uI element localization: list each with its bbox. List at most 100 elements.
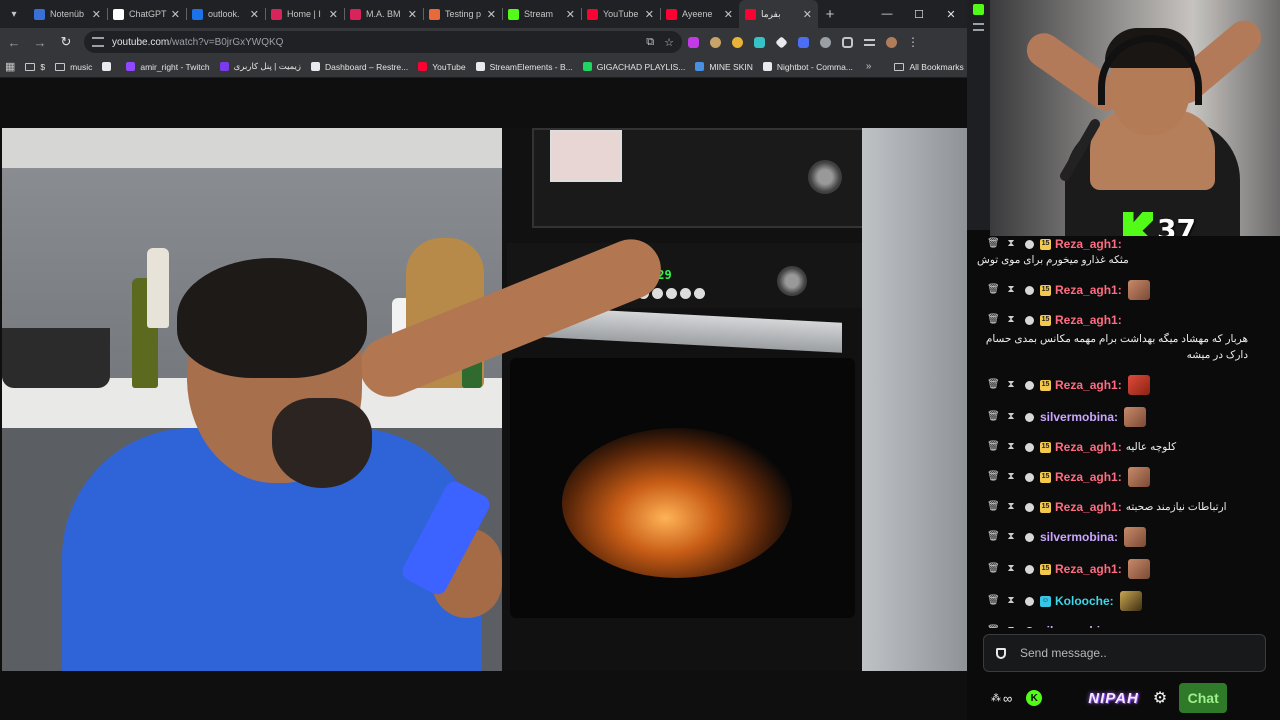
apps-grid-icon[interactable]: ▦	[0, 60, 20, 73]
chat-username[interactable]: Reza_agh1:	[1055, 312, 1122, 328]
install-app-icon[interactable]: ⧉	[646, 36, 654, 49]
bookmark-item[interactable]: Dashboard – Restre...	[306, 62, 413, 72]
settings-sliders-icon[interactable]	[973, 23, 984, 31]
hourglass-icon[interactable]: ⧗	[1006, 499, 1016, 515]
chat-username[interactable]: silvermobina:	[1040, 623, 1118, 628]
extension-cookie-icon[interactable]	[704, 31, 726, 53]
close-tab-icon[interactable]: ✕	[92, 8, 101, 21]
hourglass-icon[interactable]: ⧗	[1006, 282, 1016, 298]
minimize-button[interactable]: —	[871, 0, 903, 28]
bookmark-folder[interactable]: $	[20, 62, 50, 72]
hourglass-icon[interactable]: ⧗	[1006, 469, 1016, 485]
reading-list-icon[interactable]	[858, 31, 880, 53]
bookmark-item[interactable]	[97, 62, 121, 71]
close-tab-icon[interactable]: ✕	[566, 8, 575, 21]
close-tab-icon[interactable]: ✕	[487, 8, 496, 21]
close-tab-icon[interactable]: ✕	[408, 8, 417, 21]
browser-tab[interactable]: Notenüb ✕	[28, 0, 107, 28]
bookmark-item[interactable]: MINE SKIN	[690, 62, 757, 72]
bookmark-item[interactable]: amir_right - Twitch	[121, 62, 214, 72]
chat-username[interactable]: Reza_agh1:	[1055, 377, 1122, 393]
extension-stopwatch-icon[interactable]	[726, 31, 748, 53]
extensions-puzzle-icon[interactable]	[836, 31, 858, 53]
profile-avatar[interactable]	[880, 31, 902, 53]
trash-icon[interactable]: 🗑	[987, 439, 1000, 455]
bookmark-item[interactable]: YouTube	[413, 62, 470, 72]
address-bar[interactable]: youtube.com/watch?v=B0jrGxYWQKQ ⧉ ☆	[84, 31, 682, 53]
close-tab-icon[interactable]: ✕	[329, 8, 338, 21]
bookmark-star-icon[interactable]: ☆	[664, 36, 674, 49]
close-window-button[interactable]: ✕	[935, 0, 967, 28]
hourglass-icon[interactable]: ⧗	[1006, 377, 1016, 393]
browser-tab[interactable]: Stream ✕	[502, 0, 581, 28]
kick-emote-button[interactable]: K	[1026, 690, 1043, 706]
video-player[interactable]: 129	[2, 128, 967, 671]
chat-username[interactable]: Reza_agh1:	[1055, 499, 1122, 515]
new-tab-button[interactable]: +	[818, 6, 842, 23]
close-tab-icon[interactable]: ✕	[250, 8, 259, 21]
bookmarks-overflow-button[interactable]: »	[858, 61, 880, 72]
browser-tab[interactable]: Ayeene ✕	[660, 0, 739, 28]
hourglass-icon[interactable]: ⧗	[1006, 623, 1016, 628]
shield-icon[interactable]	[996, 647, 1006, 659]
chat-username[interactable]: silvermobina:	[1040, 529, 1118, 545]
chat-username[interactable]: Reza_agh1:	[1055, 439, 1122, 455]
trash-icon[interactable]: 🗑	[987, 312, 1000, 328]
chat-username[interactable]: silvermobina:	[1040, 409, 1118, 425]
emote-menu-button[interactable]: ⁂ ∞	[991, 691, 1012, 706]
browser-tab[interactable]: ChatGPT ✕	[107, 0, 186, 28]
chat-username[interactable]: Reza_agh1:	[1055, 561, 1122, 577]
hourglass-icon[interactable]: ⧗	[1006, 312, 1016, 328]
bookmark-item[interactable]: StreamElements - B...	[471, 62, 578, 72]
hourglass-icon[interactable]: ⧗	[1006, 439, 1016, 455]
trash-icon[interactable]: 🗑	[987, 529, 1000, 545]
bookmark-folder[interactable]: music	[50, 62, 97, 72]
chat-input[interactable]: Send message..	[983, 634, 1266, 672]
hourglass-icon[interactable]: ⧗	[1006, 529, 1016, 545]
hourglass-icon[interactable]: ⧗	[1006, 409, 1016, 425]
browser-menu-icon[interactable]: ⋮	[902, 31, 924, 53]
browser-tab[interactable]: Home | I ✕	[265, 0, 344, 28]
trash-icon[interactable]: 🗑	[987, 236, 1000, 252]
tab-search-button[interactable]: ▾	[0, 0, 28, 28]
hourglass-icon[interactable]: ⧗	[1006, 593, 1016, 609]
close-tab-icon[interactable]: ✕	[724, 8, 733, 21]
back-button[interactable]: ←	[2, 30, 26, 54]
trash-icon[interactable]: 🗑	[987, 561, 1000, 577]
extension-shield-icon[interactable]	[792, 31, 814, 53]
browser-tab[interactable]: YouTube ✕	[581, 0, 660, 28]
all-bookmarks-button[interactable]: All Bookmarks	[889, 62, 968, 72]
browser-tab[interactable]: Testing p ✕	[423, 0, 502, 28]
chat-username[interactable]: Reza_agh1:	[1055, 469, 1122, 485]
trash-icon[interactable]: 🗑	[987, 377, 1000, 393]
hourglass-icon[interactable]: ⧗	[1006, 236, 1016, 252]
browser-tab[interactable]: M.A. BM ✕	[344, 0, 423, 28]
url-text[interactable]: youtube.com/watch?v=B0jrGxYWQKQ	[112, 37, 636, 48]
extension-translate-icon[interactable]	[748, 31, 770, 53]
reload-button[interactable]: ↻	[54, 30, 78, 54]
chat-username[interactable]: Kolooche:	[1055, 593, 1114, 609]
trash-icon[interactable]: 🗑	[987, 623, 1000, 628]
hourglass-icon[interactable]: ⧗	[1006, 561, 1016, 577]
browser-tab[interactable]: outlook. ✕	[186, 0, 265, 28]
extension-globe-icon[interactable]	[814, 31, 836, 53]
trash-icon[interactable]: 🗑	[987, 282, 1000, 298]
bookmark-item[interactable]: زیمیت | پنل کاربری	[215, 61, 306, 72]
close-tab-icon[interactable]: ✕	[645, 8, 654, 21]
gear-icon[interactable]: ⚙	[1153, 688, 1167, 708]
bookmark-item[interactable]: Nightbot - Comma...	[758, 62, 858, 72]
nipah-logo[interactable]: NIPAH	[1088, 690, 1139, 707]
extension-diamond-icon[interactable]	[770, 31, 792, 53]
send-chat-button[interactable]: Chat	[1179, 683, 1228, 713]
site-settings-icon[interactable]	[92, 37, 104, 47]
trash-icon[interactable]: 🗑	[987, 409, 1000, 425]
maximize-button[interactable]: ☐	[903, 0, 935, 28]
extension-gift-icon[interactable]	[682, 31, 704, 53]
chat-username[interactable]: Reza_agh1:	[1055, 282, 1122, 298]
close-tab-icon[interactable]: ✕	[803, 8, 812, 21]
close-tab-icon[interactable]: ✕	[171, 8, 180, 21]
browser-tab[interactable]: بفرما ✕	[739, 0, 818, 28]
trash-icon[interactable]: 🗑	[987, 469, 1000, 485]
bookmark-item[interactable]: GIGACHAD PLAYLIS...	[578, 62, 691, 72]
trash-icon[interactable]: 🗑	[987, 499, 1000, 515]
